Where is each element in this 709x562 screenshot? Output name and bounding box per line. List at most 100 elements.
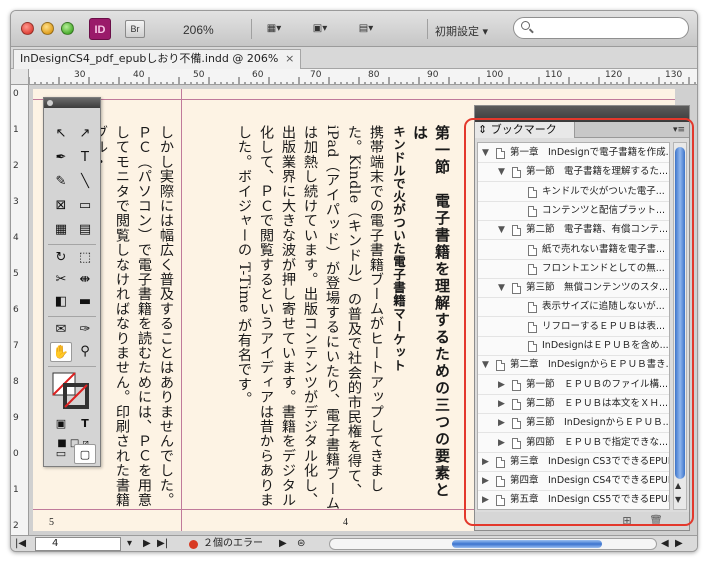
- text-frame-left-page[interactable]: しかし実際には幅広く普及することはありませんでした。ＰＣ（パソコン）で電子書籍を…: [89, 125, 177, 515]
- status-bar: |◀ 4 ▾ ▶ ▶| ２個のエラー ▶ ⊜ ◀ ▶: [11, 535, 697, 551]
- note-tool-icon[interactable]: ✉: [50, 320, 72, 340]
- selection-tool-icon[interactable]: ↖: [50, 124, 72, 144]
- ruler-label: 80: [368, 70, 380, 80]
- page-number-right: 4: [343, 517, 348, 528]
- ruler-label: 4: [13, 233, 19, 243]
- last-page-icon[interactable]: ▶|: [157, 536, 168, 551]
- section-heading: 第一節 電子書籍を理解するための三つの要素とは: [411, 125, 451, 499]
- ruler-label: 5: [13, 269, 19, 279]
- scrollbar-thumb[interactable]: [452, 540, 602, 548]
- screen-mode-icon[interactable]: ▣▾: [303, 20, 337, 38]
- indesign-app-icon: ID: [89, 18, 111, 40]
- rectangle-tool-icon[interactable]: ▭: [74, 196, 96, 216]
- arrange-documents-icon[interactable]: ▤▾: [349, 20, 383, 38]
- ruler-label: 130: [665, 70, 683, 80]
- tools-panel-header[interactable]: [44, 98, 100, 108]
- tools-panel: ↖ ↗ ✒ T ✎ ╲ ⊠ ▭ ▦ ▤ ↻ ⬚ ✂ ⇼ ◧ ▬ ✉ ✑ ✋ ⚲ …: [43, 97, 101, 467]
- search-input[interactable]: [513, 17, 689, 39]
- normal-view-icon[interactable]: ▭: [50, 444, 72, 464]
- ruler-label: 9: [13, 413, 19, 423]
- page-dropdown-icon[interactable]: ▾: [127, 536, 132, 551]
- ruler-label: 30: [74, 70, 86, 80]
- horizontal-ruler[interactable]: 30 40 50 60 70 80 90 100 110 120 130: [29, 69, 697, 85]
- hand-tool-icon[interactable]: ✋: [50, 342, 72, 362]
- zoom-window-button[interactable]: [61, 22, 74, 35]
- ruler-label: 100: [486, 70, 504, 80]
- ruler-label: 2: [13, 521, 19, 531]
- search-icon: [521, 21, 530, 30]
- error-indicator-icon: [189, 540, 198, 549]
- rectangle-frame-tool-icon[interactable]: ⊠: [50, 196, 72, 216]
- ruler-label: 6: [13, 305, 19, 315]
- toolbar-divider: [427, 19, 428, 39]
- gradient-tool-icon[interactable]: ◧: [50, 292, 72, 312]
- free-transform-tool-icon[interactable]: ⬚: [74, 248, 96, 268]
- ruler-label: 0: [13, 89, 19, 99]
- ruler-label: 0: [13, 449, 19, 459]
- application-bar: ID Br 206% ▦▾ ▣▾ ▤▾ 初期設定 ▾: [11, 11, 697, 47]
- first-page-icon[interactable]: |◀: [15, 536, 26, 551]
- ruler-label: 70: [310, 70, 322, 80]
- close-tab-icon[interactable]: ×: [285, 50, 294, 68]
- zoom-level-dropdown[interactable]: 206%: [183, 23, 214, 37]
- ruler-label: 1: [13, 485, 19, 495]
- next-page-icon[interactable]: ▶: [143, 536, 151, 551]
- rotate-tool-icon[interactable]: ↻: [50, 248, 72, 268]
- ruler-label: 90: [427, 70, 439, 80]
- document-tab-title: InDesignCS4_pdf_epubしおり不備.indd @ 206%: [20, 52, 279, 65]
- close-window-button[interactable]: [21, 22, 34, 35]
- ruler-label: 120: [605, 70, 623, 80]
- ruler-label: 110: [545, 70, 563, 80]
- grid-tool-icon[interactable]: ▤: [74, 220, 96, 240]
- fill-stroke-swatch-icon[interactable]: [52, 372, 92, 412]
- horizontal-scrollbar[interactable]: [329, 538, 657, 550]
- ruler-label: 3: [13, 197, 19, 207]
- page-number-left: 5: [49, 517, 54, 528]
- minimize-window-button[interactable]: [41, 22, 54, 35]
- body-text: 携帯端末での電子書籍ブームがヒートアップしてきました。Kindle（キンドル）の…: [236, 125, 384, 511]
- highlight-annotation: [464, 118, 694, 526]
- ruler-ticks: [29, 77, 696, 84]
- preflight-menu-icon[interactable]: ▶: [279, 536, 287, 551]
- tools-divider: [48, 316, 96, 317]
- preflight-options-icon[interactable]: ⊜: [297, 536, 305, 551]
- ruler-origin[interactable]: [11, 69, 29, 85]
- ruler-label: 40: [133, 70, 145, 80]
- ruler-label: 60: [252, 70, 264, 80]
- ruler-label: 8: [13, 377, 19, 387]
- scroll-right-icon[interactable]: ▶: [675, 536, 683, 551]
- bridge-button[interactable]: Br: [125, 20, 145, 38]
- tools-divider: [48, 244, 96, 245]
- margin-guide: [33, 99, 675, 100]
- ruler-label: 2: [13, 161, 19, 171]
- pencil-tool-icon[interactable]: ✎: [50, 172, 72, 192]
- document-tab[interactable]: InDesignCS4_pdf_epubしおり不備.indd @ 206% ×: [13, 49, 302, 69]
- view-options-icon[interactable]: ▦▾: [257, 20, 291, 38]
- eyedropper-tool-icon[interactable]: ✑: [74, 320, 96, 340]
- ruler-label: 50: [193, 70, 205, 80]
- transform-tool-icon[interactable]: ⇼: [74, 270, 96, 290]
- preflight-errors[interactable]: ２個のエラー: [203, 536, 263, 551]
- column-guide: [181, 89, 182, 531]
- tools-divider: [48, 366, 96, 367]
- formatting-text-icon[interactable]: T: [74, 414, 96, 434]
- ruler-label: 1: [13, 125, 19, 135]
- body-text: しかし実際には幅広く普及することはありませんでした。ＰＣ（パソコン）で電子書籍を…: [92, 125, 174, 508]
- toolbar-divider: [251, 19, 252, 39]
- gradient-feather-tool-icon[interactable]: ▬: [74, 292, 96, 312]
- formatting-container-icon[interactable]: ▣: [50, 414, 72, 434]
- preview-mode-icon[interactable]: ▢: [74, 444, 96, 464]
- line-tool-icon[interactable]: ╲: [74, 172, 96, 192]
- text-frame-right-page[interactable]: 第一節 電子書籍を理解するための三つの要素とは キンドルで火がついた電子書籍マー…: [233, 125, 453, 515]
- type-tool-icon[interactable]: T: [74, 148, 96, 168]
- page-number-field[interactable]: 4: [35, 537, 121, 551]
- direct-selection-tool-icon[interactable]: ↗: [74, 124, 96, 144]
- scroll-left-icon[interactable]: ◀: [661, 536, 669, 551]
- vertical-ruler[interactable]: 0 1 2 3 4 5 6 7 8 9 0 1 2: [11, 85, 29, 535]
- scissors-tool-icon[interactable]: ✂: [50, 270, 72, 290]
- workspace-switcher[interactable]: 初期設定 ▾: [435, 23, 488, 39]
- pen-tool-icon[interactable]: ✒: [50, 148, 72, 168]
- page-number-value: 4: [52, 538, 59, 549]
- table-tool-icon[interactable]: ▦: [50, 220, 72, 240]
- zoom-tool-icon[interactable]: ⚲: [74, 342, 96, 362]
